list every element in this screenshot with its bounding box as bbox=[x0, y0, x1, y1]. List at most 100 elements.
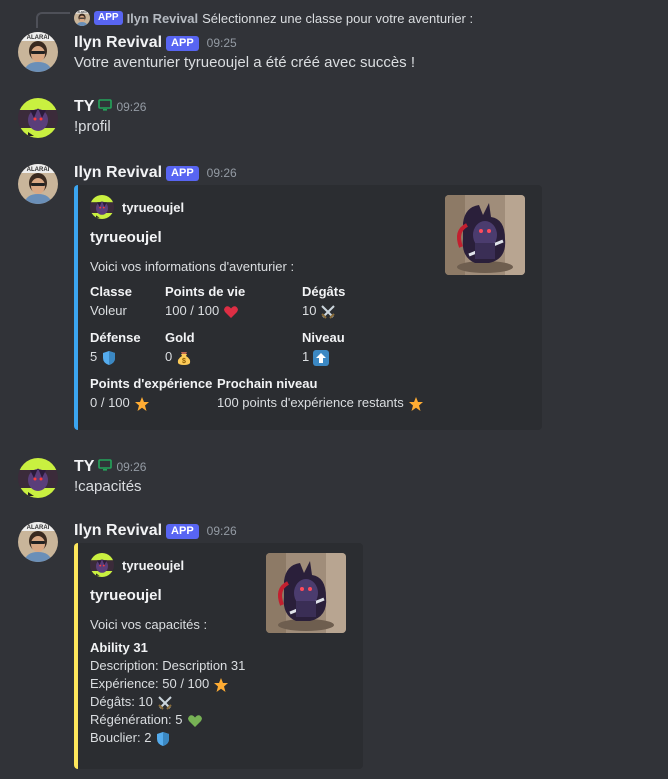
monitor-icon bbox=[98, 458, 112, 476]
field-value-text: 0 / 100 bbox=[90, 395, 130, 410]
username[interactable]: Ilyn Revival bbox=[74, 164, 162, 182]
up-arrow-icon bbox=[313, 347, 329, 367]
field-name: Dégâts bbox=[302, 284, 346, 299]
app-badge: APP bbox=[166, 35, 199, 51]
field-value: Voleur bbox=[90, 301, 132, 321]
field-name: Points de vie bbox=[165, 284, 246, 299]
message-4: TY 09:26 !capacités bbox=[0, 456, 668, 500]
message-3: Ilyn Revival APP 09:26 tyrueoujel tyrueo… bbox=[0, 162, 668, 432]
ability-name: Ability 31 bbox=[90, 639, 245, 657]
shield-icon bbox=[101, 347, 117, 367]
profile-embed: tyrueoujel tyrueoujel Voici vos informat… bbox=[74, 185, 542, 430]
message-2: TY 09:26 !profil bbox=[0, 96, 668, 140]
field-gold: Gold 0 bbox=[165, 329, 195, 367]
ability-line-text: Ability 31 bbox=[90, 640, 148, 655]
field-value-text: 100 / 100 bbox=[165, 303, 220, 318]
field-defense: Défense 5 bbox=[90, 329, 141, 367]
field-value-text: Voleur bbox=[90, 303, 127, 318]
field-name: Classe bbox=[90, 284, 132, 299]
username[interactable]: TY bbox=[74, 458, 94, 476]
embed-author-name: tyrueoujel bbox=[122, 199, 185, 215]
message-1: Ilyn Revival APP 09:25 Votre aventurier … bbox=[0, 32, 668, 76]
swords-icon bbox=[157, 693, 173, 711]
message-text: !profil bbox=[74, 118, 111, 135]
ability-line-text: Expérience: 50 / 100 bbox=[90, 676, 210, 691]
swords-icon bbox=[320, 301, 336, 321]
embed-description: Voici vos informations d'aventurier : bbox=[90, 259, 295, 274]
ability-regeneration: Régénération: 5 bbox=[90, 711, 245, 729]
embed-author: tyrueoujel bbox=[90, 553, 184, 577]
ability-shield: Bouclier: 2 bbox=[90, 729, 245, 747]
message-header: TY 09:26 bbox=[74, 96, 146, 118]
message-header: TY 09:26 bbox=[74, 456, 146, 478]
field-value: 100 points d'expérience restants bbox=[217, 393, 424, 413]
field-name: Prochain niveau bbox=[217, 376, 318, 391]
ability-line-text: Régénération: 5 bbox=[90, 712, 183, 727]
field-value: 0 bbox=[165, 347, 195, 367]
field-classe: Classe Voleur bbox=[90, 283, 132, 321]
embed-author-avatar bbox=[90, 195, 114, 219]
timestamp: 09:26 bbox=[206, 166, 237, 180]
shield-icon bbox=[155, 729, 171, 747]
ability-line-text: Description: Description 31 bbox=[90, 658, 246, 673]
reply-preview[interactable]: APP Ilyn Revival Sélectionnez une classe… bbox=[74, 10, 473, 26]
field-points-experience: Points d'expérience 0 / 100 bbox=[90, 375, 212, 413]
avatar[interactable] bbox=[18, 98, 58, 138]
star-icon bbox=[213, 675, 229, 693]
embed-title: tyrueoujel bbox=[90, 587, 162, 604]
monitor-icon bbox=[98, 98, 112, 116]
reply-text: Sélectionnez une classe pour votre avent… bbox=[202, 10, 474, 26]
avatar[interactable] bbox=[18, 522, 58, 562]
field-points-de-vie: Points de vie 100 / 100 bbox=[165, 283, 245, 321]
field-value-text: 0 bbox=[165, 349, 173, 364]
star-icon bbox=[134, 393, 150, 413]
field-value-text: 5 bbox=[90, 349, 98, 364]
username[interactable]: Ilyn Revival bbox=[74, 34, 162, 52]
reply-author[interactable]: Ilyn Revival bbox=[127, 11, 199, 26]
embed-author-name: tyrueoujel bbox=[122, 557, 185, 573]
embed-thumbnail[interactable] bbox=[266, 553, 346, 633]
app-badge: APP bbox=[166, 523, 199, 539]
timestamp: 09:26 bbox=[116, 100, 147, 114]
app-badge: APP bbox=[166, 165, 199, 181]
message-header: Ilyn Revival APP 09:26 bbox=[74, 162, 237, 184]
username[interactable]: Ilyn Revival bbox=[74, 522, 162, 540]
reply-avatar bbox=[74, 10, 90, 26]
field-niveau: Niveau 1 bbox=[302, 329, 345, 367]
star-icon bbox=[408, 393, 424, 413]
avatar[interactable] bbox=[18, 164, 58, 204]
ability-line-text: Dégâts: 10 bbox=[90, 694, 153, 709]
message-header: Ilyn Revival APP 09:26 bbox=[74, 520, 237, 542]
field-degats: Dégâts 10 bbox=[302, 283, 345, 321]
avatar[interactable] bbox=[18, 32, 58, 72]
field-value: 0 / 100 bbox=[90, 393, 212, 413]
timestamp: 09:25 bbox=[206, 36, 237, 50]
heart-icon bbox=[223, 301, 239, 321]
embed-author-avatar bbox=[90, 553, 114, 577]
field-name: Gold bbox=[165, 330, 195, 345]
embed-title: tyrueoujel bbox=[90, 229, 162, 246]
reply-connector bbox=[36, 12, 70, 28]
ability-description: Description: Description 31 bbox=[90, 657, 245, 675]
field-value-text: 100 points d'expérience restants bbox=[217, 395, 404, 410]
message-header: Ilyn Revival APP 09:25 bbox=[74, 32, 237, 54]
field-value-text: 1 bbox=[302, 349, 310, 364]
field-value: 10 bbox=[302, 301, 345, 321]
ability-damage: Dégâts: 10 bbox=[90, 693, 245, 711]
message-text: !capacités bbox=[74, 478, 142, 495]
ability-lines: Ability 31 Description: Description 31 E… bbox=[90, 639, 245, 747]
timestamp: 09:26 bbox=[116, 460, 147, 474]
message-5: Ilyn Revival APP 09:26 tyrueoujel tyrueo… bbox=[0, 520, 668, 770]
abilities-embed: tyrueoujel tyrueoujel Voici vos capacité… bbox=[74, 543, 363, 769]
ability-experience: Expérience: 50 / 100 bbox=[90, 675, 245, 693]
green-heart-icon bbox=[187, 711, 203, 729]
embed-author: tyrueoujel bbox=[90, 195, 184, 219]
field-name: Niveau bbox=[302, 330, 345, 345]
field-value: 5 bbox=[90, 347, 141, 367]
username[interactable]: TY bbox=[74, 98, 94, 116]
avatar[interactable] bbox=[18, 458, 58, 498]
embed-thumbnail[interactable] bbox=[445, 195, 525, 275]
message-text: Votre aventurier tyrueoujel a été créé a… bbox=[74, 54, 416, 71]
field-name: Défense bbox=[90, 330, 141, 345]
field-value: 1 bbox=[302, 347, 345, 367]
